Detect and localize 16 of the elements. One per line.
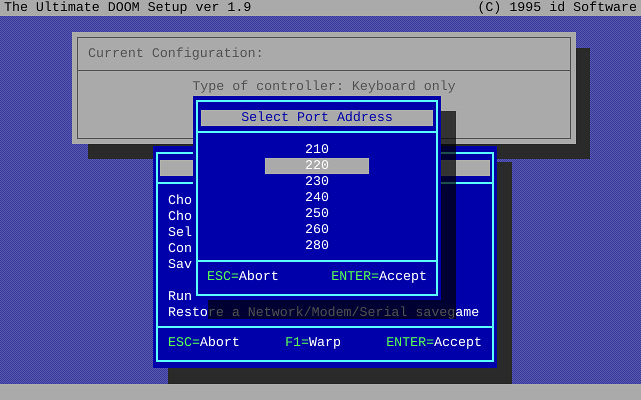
key-hint: ENTER=Accept xyxy=(331,269,427,285)
port-option[interactable]: 280 xyxy=(265,238,369,254)
dialog-title: Select Port Address xyxy=(201,110,433,126)
port-option[interactable]: 250 xyxy=(265,206,369,222)
controller-type: Type of controller: Keyboard only xyxy=(192,79,456,95)
port-option[interactable]: 230 xyxy=(265,174,369,190)
key-hint: ENTER=Accept xyxy=(386,335,482,351)
port-option[interactable]: 210 xyxy=(265,142,369,158)
key-hint: ESC=Abort xyxy=(207,269,279,285)
port-option[interactable]: 240 xyxy=(265,190,369,206)
app-title: The Ultimate DOOM Setup ver 1.9 xyxy=(4,0,252,16)
copyright-text: (C) 1995 id Software xyxy=(477,0,637,16)
port-option[interactable]: 260 xyxy=(265,222,369,238)
config-heading: Current Configuration: xyxy=(88,46,264,62)
key-hint: ESC=Abort xyxy=(168,335,240,351)
key-hint: F1=Warp xyxy=(285,335,341,351)
